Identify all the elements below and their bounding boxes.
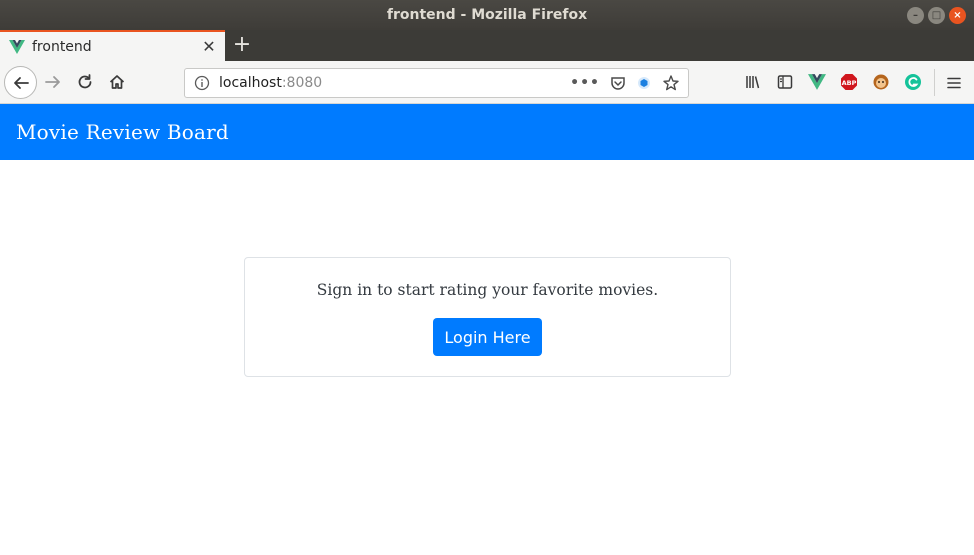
- tab-label: frontend: [32, 38, 92, 55]
- toolbar-extensions: ABP: [744, 73, 922, 91]
- vue-logo-icon: [9, 39, 25, 54]
- url-port: :8080: [281, 75, 323, 91]
- navigation-toolbar: localhost:8080 ••• ABP: [0, 61, 974, 104]
- extension-badge-icon[interactable]: [636, 75, 652, 91]
- signin-message: Sign in to start rating your favorite mo…: [316, 281, 659, 299]
- close-tab-icon[interactable]: ✕: [197, 37, 221, 56]
- back-arrow-icon: [13, 76, 29, 89]
- tab-strip: frontend ✕ +: [0, 30, 974, 61]
- library-icon[interactable]: [744, 73, 762, 91]
- reload-icon: [78, 74, 92, 89]
- site-info-icon[interactable]: [194, 75, 210, 91]
- back-button[interactable]: [4, 66, 37, 99]
- window-controls: – □ ×: [907, 7, 966, 24]
- toolbar-separator: [934, 69, 935, 96]
- home-button[interactable]: [102, 67, 132, 97]
- login-button[interactable]: Login Here: [433, 318, 542, 356]
- address-bar[interactable]: localhost:8080 •••: [184, 68, 689, 98]
- close-window-icon[interactable]: ×: [949, 7, 966, 24]
- url-text[interactable]: localhost:8080: [219, 75, 570, 91]
- svg-text:ABP: ABP: [842, 79, 857, 87]
- vue-devtools-icon[interactable]: [808, 73, 826, 91]
- reload-button[interactable]: [70, 67, 100, 97]
- app-brand-link[interactable]: Movie Review Board: [16, 120, 229, 144]
- window-titlebar: frontend - Mozilla Firefox – □ ×: [0, 0, 974, 30]
- hamburger-menu-icon[interactable]: [946, 75, 962, 91]
- app-navbar: Movie Review Board: [0, 104, 974, 160]
- url-actions: •••: [570, 74, 680, 92]
- grammarly-icon[interactable]: [904, 73, 922, 91]
- page-actions-icon[interactable]: •••: [570, 75, 600, 91]
- sidebar-icon[interactable]: [776, 73, 794, 91]
- home-icon: [109, 75, 125, 89]
- pocket-icon[interactable]: [610, 75, 626, 91]
- adblock-plus-icon[interactable]: ABP: [840, 73, 858, 91]
- forward-arrow-icon: [45, 76, 60, 88]
- new-tab-button[interactable]: +: [229, 33, 255, 59]
- minimize-icon[interactable]: –: [907, 7, 924, 24]
- url-host: localhost: [219, 75, 282, 91]
- forward-button[interactable]: [38, 67, 68, 97]
- maximize-icon[interactable]: □: [928, 7, 945, 24]
- window-title: frontend - Mozilla Firefox: [386, 7, 588, 23]
- signin-card: Sign in to start rating your favorite mo…: [244, 257, 731, 377]
- tampermonkey-icon[interactable]: [872, 73, 890, 91]
- bookmark-star-icon[interactable]: [662, 74, 680, 92]
- tab-frontend[interactable]: frontend ✕: [0, 30, 225, 61]
